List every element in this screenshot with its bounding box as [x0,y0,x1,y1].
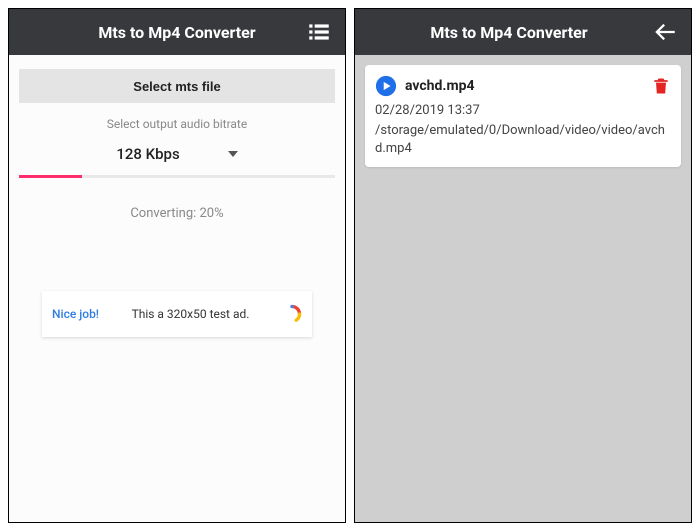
play-icon[interactable] [375,75,397,97]
bitrate-label: Select output audio bitrate [19,117,335,131]
list-icon[interactable] [305,18,333,46]
back-icon[interactable] [651,18,679,46]
file-card: avchd.mp4 02/28/2019 13:37 /storage/emul… [365,65,681,167]
admob-icon [282,304,302,324]
header: Mts to Mp4 Converter [9,9,345,55]
file-name: avchd.mp4 [405,78,643,94]
select-file-button[interactable]: Select mts file [19,69,335,103]
convert-panel: Select mts file Select output audio bitr… [9,55,345,522]
converting-text: Converting: 20% [19,206,335,221]
file-date: 02/28/2019 13:37 [375,103,671,118]
screen-convert: Mts to Mp4 Converter Select mts file Sel… [8,8,346,523]
file-row-top: avchd.mp4 [375,75,671,97]
ad-banner[interactable]: Nice job! This a 320x50 test ad. [42,291,312,337]
progress-bar [19,175,335,178]
app-title: Mts to Mp4 Converter [367,23,651,42]
file-list: avchd.mp4 02/28/2019 13:37 /storage/emul… [355,55,691,522]
ad-nice-label: Nice job! [52,307,99,321]
header: Mts to Mp4 Converter [355,9,691,55]
trash-icon[interactable] [651,75,671,97]
file-path: /storage/emulated/0/Download/video/video… [375,122,671,157]
chevron-down-icon [228,151,238,157]
progress-fill [19,175,82,178]
ad-text: This a 320x50 test ad. [109,307,272,321]
app-title: Mts to Mp4 Converter [21,23,305,42]
bitrate-value: 128 Kbps [116,145,179,163]
bitrate-dropdown[interactable]: 128 Kbps [19,139,335,175]
screen-files: Mts to Mp4 Converter avchd.mp4 [354,8,692,523]
